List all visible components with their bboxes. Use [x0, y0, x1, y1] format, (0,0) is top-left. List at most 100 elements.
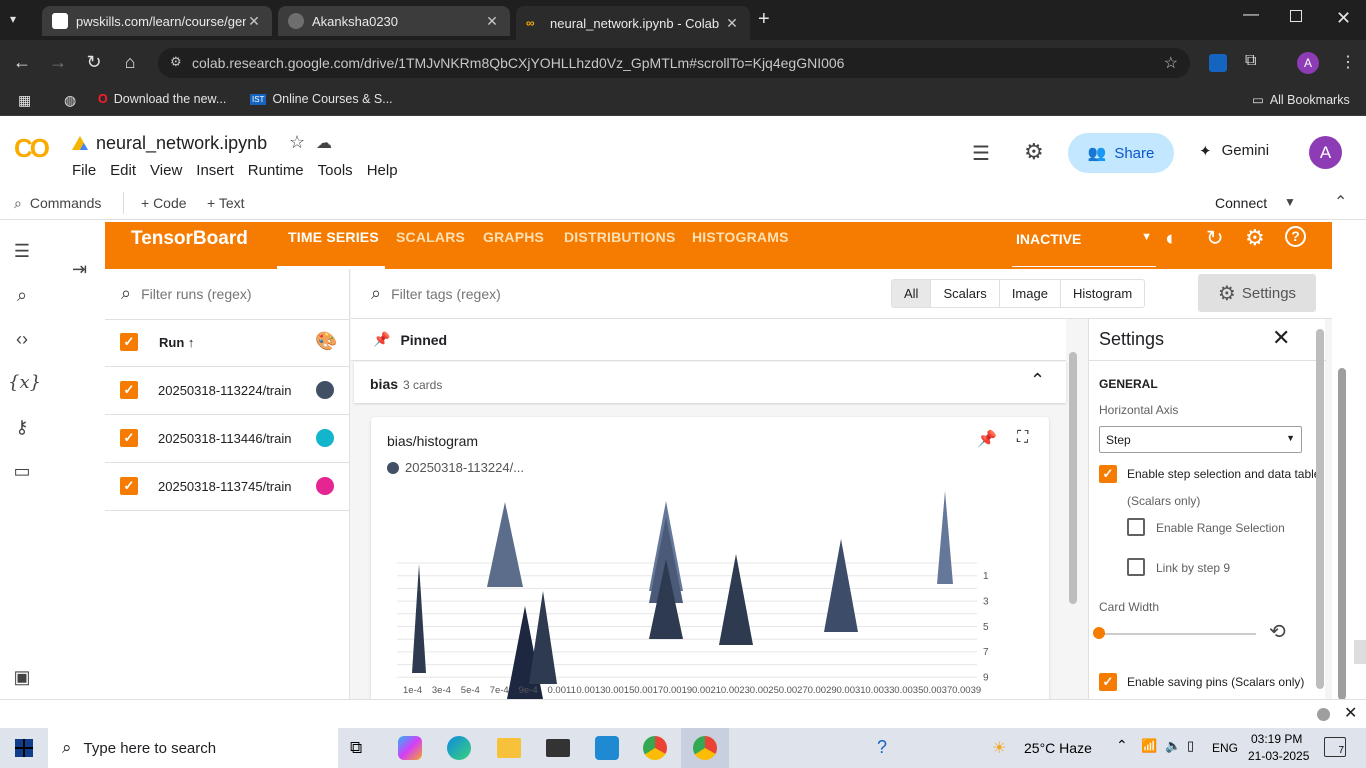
tab-list-chevron-icon[interactable]: ▾	[10, 12, 16, 26]
tag-filter-scalars[interactable]: Scalars	[930, 280, 998, 307]
chrome-active-icon[interactable]	[681, 728, 729, 768]
bookmark-opera[interactable]: O Download the new...	[98, 92, 226, 106]
bookmark-courses[interactable]: IST Online Courses & S...	[250, 92, 393, 106]
user-avatar[interactable]: A	[1309, 136, 1342, 169]
close-settings-icon[interactable]: ✕	[1272, 325, 1290, 351]
notebook-title[interactable]: neural_network.ipynb	[96, 133, 267, 154]
language-indicator[interactable]: ENG	[1212, 741, 1238, 755]
add-code-button[interactable]: + Code	[141, 195, 187, 211]
close-tab-icon[interactable]: ✕	[484, 13, 500, 30]
cards-scrollbar[interactable]	[1069, 352, 1077, 604]
clock-date[interactable]: 21-03-2025	[1248, 749, 1309, 763]
reload-icon[interactable]: ↻	[82, 50, 106, 74]
card-width-slider-thumb[interactable]	[1093, 627, 1105, 639]
enable-saving-pins-checkbox[interactable]: ✓	[1099, 673, 1117, 691]
star-icon[interactable]: ☆	[289, 132, 305, 153]
secrets-key-icon[interactable]: ⚷	[8, 413, 36, 441]
connect-dropdown-icon[interactable]: ▼	[1284, 195, 1296, 209]
enable-range-checkbox[interactable]	[1127, 518, 1145, 536]
enable-step-checkbox[interactable]: ✓	[1099, 465, 1117, 483]
volume-icon[interactable]: 🔈	[1165, 738, 1181, 754]
run-checkbox[interactable]: ✓	[120, 381, 138, 399]
restore-icon[interactable]	[1290, 10, 1302, 22]
puzzle-extensions-icon[interactable]: ⧉	[1245, 52, 1256, 70]
terminal-icon[interactable]: ▣	[8, 663, 36, 691]
forward-icon[interactable]: →	[46, 50, 70, 74]
close-tab-icon[interactable]: ✕	[724, 15, 740, 32]
filter-runs[interactable]: ⌕ Filter runs (regex)	[121, 283, 252, 304]
menu-file[interactable]: File	[72, 162, 96, 179]
chrome-menu-icon[interactable]: ⋮	[1340, 52, 1356, 72]
settings-scrollbar[interactable]	[1316, 329, 1324, 689]
tag-filter-all[interactable]: All	[892, 280, 931, 307]
tab-time-series[interactable]: TIME SERIES	[288, 229, 379, 245]
extension-icon[interactable]	[1209, 54, 1227, 72]
pin-card-icon[interactable]: 📌	[977, 429, 997, 449]
url-omnibox[interactable]: ⚙ colab.research.google.com/drive/1TMJvN…	[158, 48, 1190, 78]
mail-icon[interactable]	[546, 739, 570, 757]
wifi-icon[interactable]: 📶	[1141, 738, 1157, 754]
taskbar-search[interactable]: ⌕ Type here to search	[48, 728, 338, 768]
refresh-icon[interactable]: ↻	[1206, 226, 1224, 251]
new-tab-icon[interactable]: +	[758, 8, 770, 31]
settings-button[interactable]: ⚙ Settings	[1198, 274, 1316, 312]
page-scrollbar-thumb[interactable]	[1338, 368, 1346, 700]
battery-icon[interactable]: ▯	[1187, 738, 1194, 754]
home-icon[interactable]: ⌂	[118, 50, 142, 74]
apps-grid-icon[interactable]: ▦	[18, 92, 31, 109]
table-of-contents-icon[interactable]: ☰	[8, 237, 36, 265]
menu-tools[interactable]: Tools	[318, 162, 353, 179]
run-color-dot[interactable]	[316, 429, 334, 447]
filter-tags[interactable]: ⌕ Filter tags (regex)	[371, 283, 501, 304]
weather-text[interactable]: 25°C Haze	[1024, 740, 1092, 756]
comments-icon[interactable]: ☰	[972, 141, 990, 166]
tab-histograms[interactable]: HISTOGRAMS	[692, 229, 789, 245]
code-snippets-icon[interactable]: ‹›	[8, 325, 36, 353]
help-app-icon[interactable]: ?	[877, 737, 887, 758]
palette-icon[interactable]: 🎨	[315, 331, 337, 352]
theme-toggle-icon[interactable]: ◐	[1165, 227, 1178, 251]
outer-scroll-thumb[interactable]	[1354, 640, 1366, 664]
close-panel-icon[interactable]: ✕	[1344, 703, 1357, 723]
windows-start-icon[interactable]	[15, 739, 33, 757]
tab-scalars[interactable]: SCALARS	[396, 229, 465, 245]
menu-view[interactable]: View	[150, 162, 182, 179]
card-width-slider-track[interactable]	[1103, 633, 1256, 635]
share-button[interactable]: 👥 Share	[1068, 133, 1174, 173]
connect-button[interactable]: Connect	[1215, 195, 1267, 211]
edge-icon[interactable]	[447, 736, 471, 760]
all-bookmarks[interactable]: ▭ All Bookmarks	[1252, 92, 1350, 108]
close-tab-icon[interactable]: ✕	[246, 13, 262, 30]
commands-button[interactable]: ⌕ Commands	[14, 195, 101, 212]
add-text-button[interactable]: + Text	[207, 195, 245, 211]
file-explorer-icon[interactable]	[497, 738, 521, 758]
menu-runtime[interactable]: Runtime	[248, 162, 304, 179]
browser-tab-colab[interactable]: ∞ neural_network.ipynb - Colab ✕	[516, 6, 750, 40]
run-checkbox[interactable]: ✓	[120, 429, 138, 447]
browser-tab-github[interactable]: Akanksha0230 ✕	[278, 6, 510, 36]
globe-icon[interactable]: ◍	[64, 92, 76, 109]
task-view-icon[interactable]: ⧉	[350, 738, 362, 758]
run-color-dot[interactable]	[316, 477, 334, 495]
status-dropdown[interactable]: INACTIVE ▼	[1012, 229, 1156, 267]
files-folder-icon[interactable]: ▭	[8, 457, 36, 485]
menu-edit[interactable]: Edit	[110, 162, 136, 179]
bookmark-star-icon[interactable]: ☆	[1164, 53, 1178, 73]
run-color-dot[interactable]	[316, 381, 334, 399]
select-all-checkbox[interactable]: ✓	[120, 333, 138, 351]
notification-icon[interactable]: 7	[1324, 737, 1346, 757]
tray-chevron-icon[interactable]: ⌃	[1116, 737, 1128, 754]
group-header[interactable]: bias 3 cards ⌃	[354, 362, 1066, 403]
tab-graphs[interactable]: GRAPHS	[483, 229, 544, 245]
back-icon[interactable]: ←	[10, 50, 34, 74]
close-window-icon[interactable]: ✕	[1336, 8, 1351, 29]
collapse-output-icon[interactable]: ⇥	[72, 259, 87, 280]
fullscreen-icon[interactable]: ⛶	[1017, 429, 1028, 447]
clock-time[interactable]: 03:19 PM	[1251, 732, 1302, 746]
find-icon[interactable]: ⌕	[8, 281, 36, 309]
variables-icon[interactable]: {x}	[8, 369, 41, 397]
collapse-icon[interactable]: ⌃	[1030, 370, 1045, 391]
collapse-header-icon[interactable]: ⌃	[1334, 192, 1347, 212]
gemini-button[interactable]: ✦ Gemini	[1199, 142, 1269, 160]
copilot-icon[interactable]	[398, 736, 422, 760]
